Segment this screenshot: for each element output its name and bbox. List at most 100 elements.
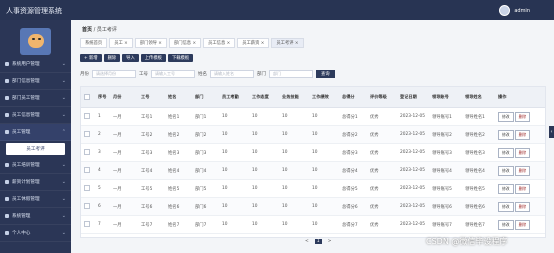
row-checkbox-cell[interactable]: [81, 107, 95, 126]
download-template-button[interactable]: 下载模板: [167, 54, 194, 62]
dept-select[interactable]: 部门: [269, 70, 313, 78]
edit-button[interactable]: 修改: [498, 201, 514, 212]
row-checkbox[interactable]: [84, 202, 90, 209]
table-cell: 一月: [110, 107, 138, 126]
tab-staff[interactable]: 员工 ×: [109, 38, 133, 48]
table-row[interactable]: 3 一月 工号3 姓名3 部门3 10 10 10 10 总得分3 优秀 2023-12-05 领导账号…: [81, 143, 545, 162]
import-button[interactable]: 导入: [122, 54, 139, 62]
chevron-down-icon: ⌄: [61, 78, 66, 84]
delete-row-button[interactable]: 删除: [514, 111, 531, 122]
edit-button[interactable]: 修改: [498, 165, 514, 176]
delete-row-button[interactable]: 删除: [514, 219, 531, 230]
chevron-down-icon: ⌄: [61, 230, 66, 236]
table-row[interactable]: 1 一月 工号1 姓名1 部门1 10 10 10 10 总得分1 优秀 2023-12-05 领导账号…: [81, 107, 545, 126]
add-button[interactable]: + 新增: [80, 54, 102, 62]
sidebar-subitem-evaluation[interactable]: 员工考评: [6, 143, 65, 155]
sidebar-item-staff-info[interactable]: 员工信息管理 ⌄: [0, 107, 71, 124]
table-cell: 10: [219, 143, 249, 162]
row-actions: 修改 删除: [495, 197, 545, 216]
breadcrumb-home[interactable]: 首页: [82, 27, 92, 33]
row-checkbox[interactable]: [84, 166, 90, 173]
delete-row-button[interactable]: 删除: [514, 201, 531, 212]
month-input[interactable]: 请选择月份: [92, 70, 136, 78]
delete-row-button[interactable]: 删除: [514, 165, 531, 176]
table-cell: 10: [309, 197, 339, 216]
delete-row-button[interactable]: 删除: [514, 147, 531, 158]
row-checkbox-cell[interactable]: [81, 215, 95, 234]
select-all-checkbox[interactable]: [84, 93, 90, 100]
edit-button[interactable]: 修改: [498, 147, 514, 158]
dept-label: 部门: [257, 72, 266, 77]
tab-dept-leader[interactable]: 部门领导 ×: [134, 38, 167, 48]
month-label: 月份: [80, 72, 89, 77]
sidebar-item-users[interactable]: 系统用户管理 ⌄: [0, 56, 71, 73]
edit-button[interactable]: 修改: [498, 111, 514, 122]
table-row[interactable]: 6 一月 工号6 姓名6 部门6 10 10 10 10 总得分6 优秀 2023-12-05 领导账号…: [81, 197, 545, 216]
delete-row-button[interactable]: 删除: [514, 183, 531, 194]
table-cell: 部门4: [192, 161, 219, 180]
sidebar-item-staff[interactable]: 员工管理 ⌃: [0, 124, 71, 141]
row-checkbox-cell[interactable]: [81, 125, 95, 144]
sidebar-item-salary[interactable]: 薪资计划管理 ⌄: [0, 174, 71, 191]
row-checkbox[interactable]: [84, 184, 90, 191]
delete-row-button[interactable]: 删除: [514, 129, 531, 140]
edit-button[interactable]: 修改: [498, 219, 514, 230]
row-checkbox-cell[interactable]: [81, 143, 95, 162]
table-cell: 工号1: [138, 107, 165, 126]
filter-bar: 月份 请选择月份 工号 请输入工号 姓名 请输入姓名 部门 部门 查询: [80, 70, 335, 78]
table-cell: 部门6: [192, 197, 219, 216]
row-checkbox-cell[interactable]: [81, 161, 95, 180]
chevron-down-icon: ⌄: [61, 95, 66, 101]
row-checkbox[interactable]: [84, 220, 90, 227]
row-checkbox[interactable]: [84, 130, 90, 137]
user-menu[interactable]: admin: [499, 5, 530, 16]
top-bar: 人事资源管理系统 admin: [0, 0, 554, 20]
tab-staff-salary[interactable]: 员工薪资 ×: [237, 38, 270, 48]
table-cell: 姓名6: [165, 197, 192, 216]
row-checkbox[interactable]: [84, 148, 90, 155]
row-checkbox-cell[interactable]: [81, 179, 95, 198]
menu-icon: [5, 163, 9, 167]
sidebar-item-profile[interactable]: 个人中心 ⌄: [0, 225, 71, 242]
table-cell: 1: [95, 107, 110, 126]
sidebar-item-leave[interactable]: 员工休假管理 ⌄: [0, 191, 71, 208]
next-page-button[interactable]: >: [328, 239, 332, 244]
table-cell: 总得分1: [339, 107, 367, 126]
edit-button[interactable]: 修改: [498, 183, 514, 194]
table-row[interactable]: 7 一月 工号7 姓名7 部门7 10 10 10 10 总得分7 优秀 2023-12-05 领导账号…: [81, 215, 545, 234]
table-row[interactable]: 4 一月 工号4 姓名4 部门4 10 10 10 10 总得分4 优秀 2023-12-05 领导账号…: [81, 161, 545, 180]
row-checkbox[interactable]: [84, 112, 90, 119]
sidebar: 系统用户管理 ⌄ 部门信息管理 ⌄ 部门员工管理 ⌄ 员工信息管理 ⌄ 员工管理 ⌃ 员工…: [0, 20, 71, 253]
name-input[interactable]: 请输入姓名: [210, 70, 254, 78]
job-no-input[interactable]: 请输入工号: [151, 70, 195, 78]
table-row[interactable]: 2 一月 工号2 姓名2 部门2 10 10 10 10 总得分2 优秀 2023-12-05 领导账号…: [81, 125, 545, 144]
tab-home[interactable]: 系统首页: [80, 38, 108, 48]
sidebar-item-dept[interactable]: 部门信息管理 ⌄: [0, 73, 71, 90]
prev-page-button[interactable]: <: [305, 239, 309, 244]
table-cell: 领导姓名1: [462, 107, 495, 126]
column-header: 业务技能: [279, 87, 309, 108]
tab-staff-evaluation[interactable]: 员工考评 ×: [271, 38, 304, 48]
tab-staff-info[interactable]: 员工信息 ×: [203, 38, 236, 48]
table-cell: 10: [309, 161, 339, 180]
chevron-up-icon: ⌃: [61, 129, 66, 135]
row-checkbox-cell[interactable]: [81, 197, 95, 216]
table-cell: 部门2: [192, 125, 219, 144]
chevron-down-icon: ⌄: [61, 61, 66, 67]
table-cell: 10: [279, 179, 309, 198]
sidebar-item-system[interactable]: 系统管理 ⌄: [0, 208, 71, 225]
sidebar-item-dept-staff[interactable]: 部门员工管理 ⌄: [0, 90, 71, 107]
side-tool-toggle[interactable]: ‹: [549, 126, 554, 138]
upload-template-button[interactable]: 上传模板: [140, 54, 166, 62]
table-cell: 10: [219, 125, 249, 144]
delete-button[interactable]: 删除: [103, 54, 121, 62]
table-row[interactable]: 5 一月 工号5 姓名5 部门5 10 10 10 10 总得分5 优秀 2023-12-05 领导账号…: [81, 179, 545, 198]
sidebar-item-training[interactable]: 员工培训管理 ⌄: [0, 157, 71, 174]
table-cell: 2023-12-05: [397, 107, 429, 126]
header-checkbox-cell[interactable]: [81, 87, 95, 108]
tab-dept-info[interactable]: 部门信息 ×: [168, 38, 202, 48]
edit-button[interactable]: 修改: [498, 129, 514, 140]
table-cell: 姓名3: [165, 143, 192, 162]
search-button[interactable]: 查询: [316, 70, 335, 78]
current-page[interactable]: 1: [314, 239, 322, 244]
